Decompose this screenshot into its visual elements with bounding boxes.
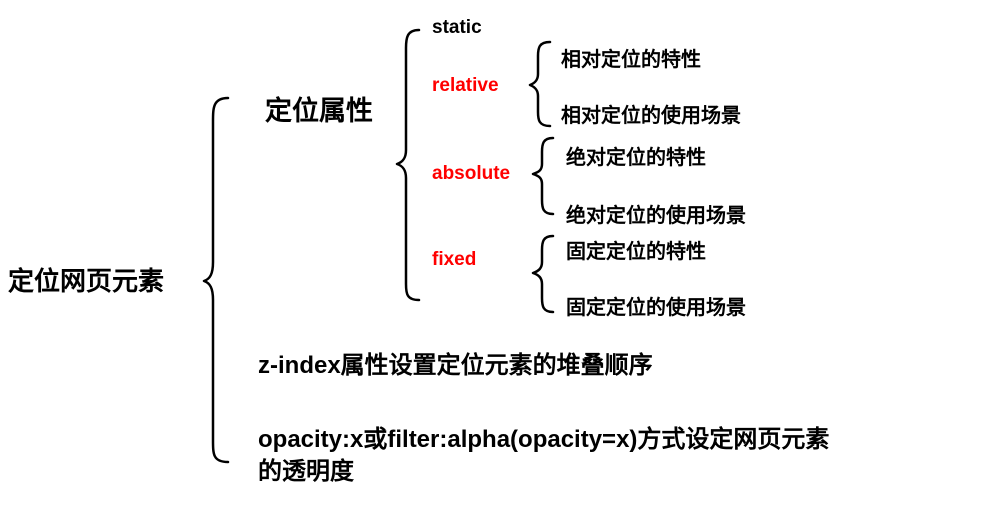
relative-label: relative: [432, 75, 499, 96]
fixed-label: fixed: [432, 249, 477, 270]
opacity-label-line1: opacity:x或filter:alpha(opacity=x)方式设定网页元…: [258, 426, 830, 453]
zindex-label: z-index属性设置定位元素的堆叠顺序: [258, 352, 653, 379]
fixed-bracket: [531, 234, 555, 314]
root-label: 定位网页元素: [8, 266, 165, 296]
absolute-item-features: 绝对定位的特性: [566, 147, 706, 169]
positioning-bracket: [395, 28, 421, 302]
absolute-label: absolute: [432, 163, 511, 184]
static-label: static: [432, 17, 482, 38]
positioning-properties-label: 定位属性: [265, 96, 373, 126]
opacity-label-line2: 的透明度: [258, 458, 354, 485]
relative-bracket: [528, 40, 552, 128]
relative-item-scenarios: 相对定位的使用场景: [561, 105, 741, 127]
main-bracket: [202, 96, 230, 464]
absolute-bracket: [531, 136, 555, 216]
fixed-item-scenarios: 固定定位的使用场景: [566, 297, 746, 319]
fixed-item-features: 固定定位的特性: [566, 241, 706, 263]
absolute-item-scenarios: 绝对定位的使用场景: [566, 205, 746, 227]
relative-item-features: 相对定位的特性: [561, 49, 701, 71]
